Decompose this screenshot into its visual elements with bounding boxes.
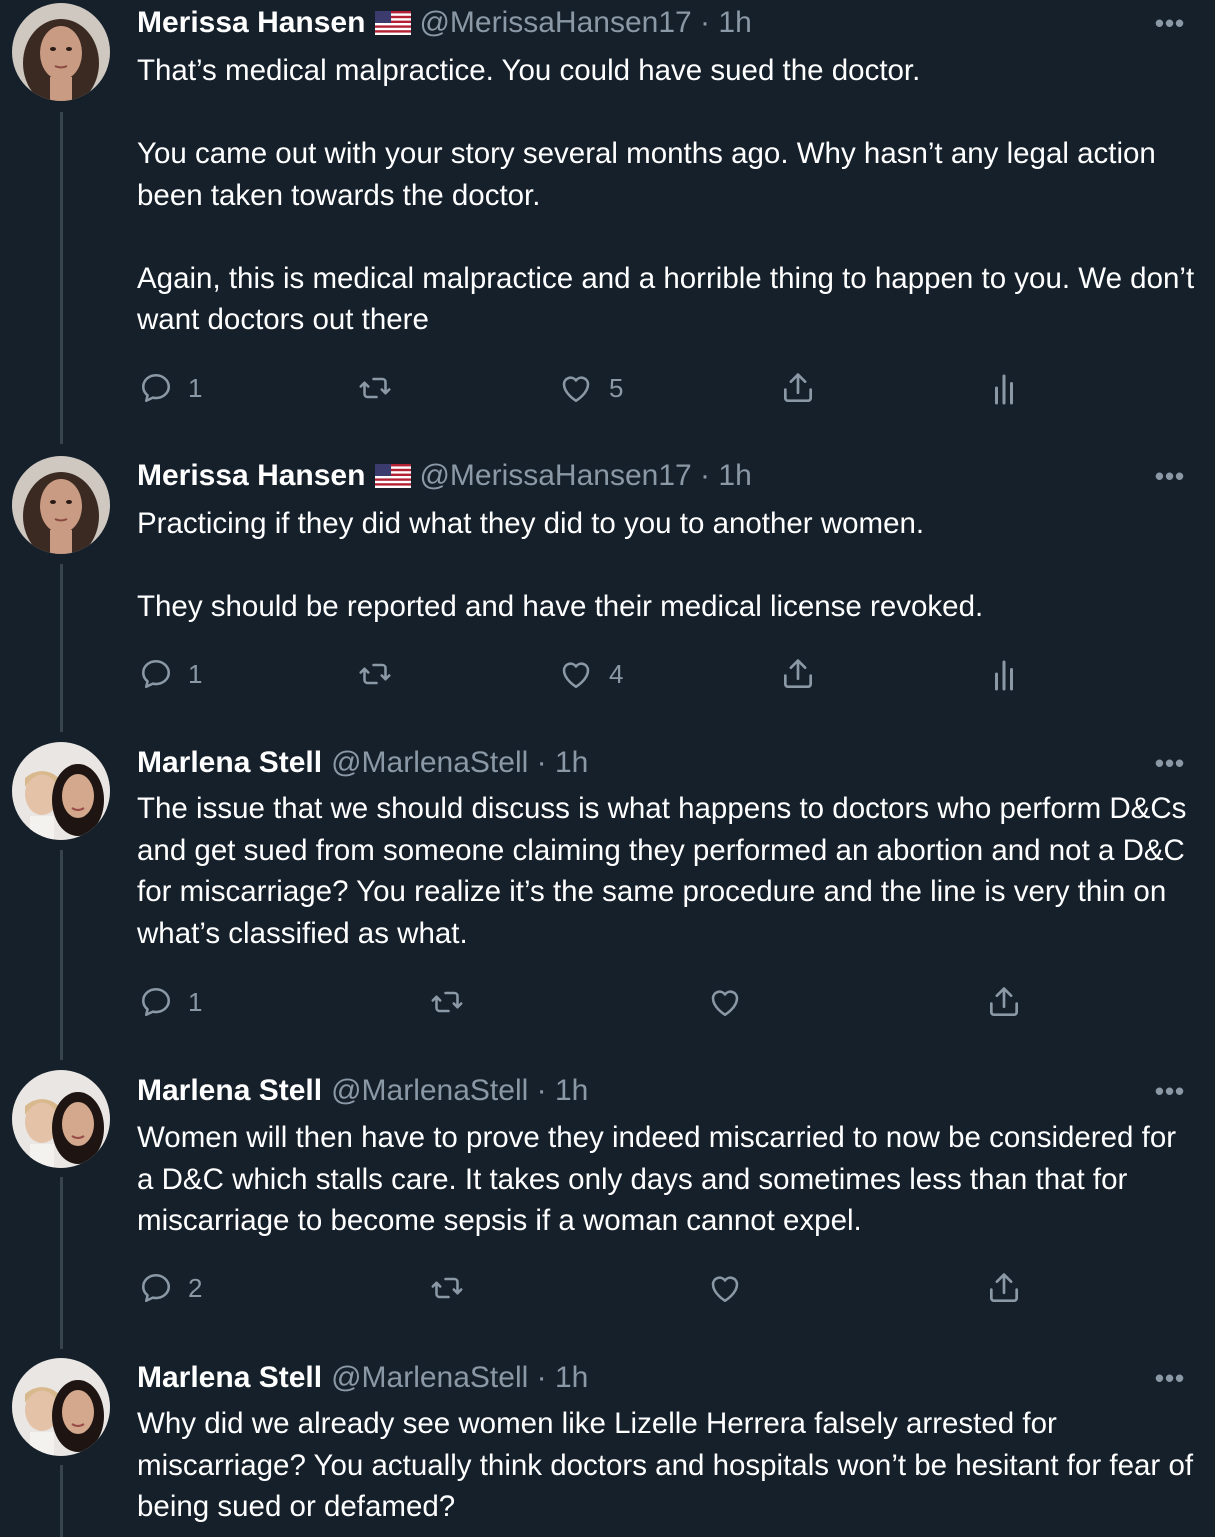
timestamp[interactable]: 1h <box>718 6 751 39</box>
share-button[interactable] <box>985 1266 1023 1310</box>
more-options-icon[interactable]: ••• <box>1153 744 1187 782</box>
tweet[interactable]: Marlena Stell @MarlenaStell · 1h ••• Wome… <box>0 1065 1215 1355</box>
like-button[interactable]: 4 <box>557 652 623 696</box>
reply-count: 1 <box>188 986 203 1017</box>
meta-separator: · <box>536 746 547 779</box>
avatar[interactable] <box>12 1070 110 1168</box>
tweet-text: Why did we already see women like Lizell… <box>137 1407 1202 1523</box>
tweet-header: Marlena Stell @MarlenaStell · 1h <box>137 744 1155 782</box>
tweet-text: Practicing if they did what they did to … <box>137 507 984 623</box>
retweet-button[interactable] <box>356 366 394 410</box>
timestamp[interactable]: 1h <box>555 1361 588 1394</box>
conversation-thread: Merissa Hansen @MerissaHansen17 · 1h ••• … <box>0 0 1215 1537</box>
retweet-icon <box>431 991 463 1013</box>
reply-icon <box>141 987 171 1017</box>
tweet[interactable]: Marlena Stell @MarlenaStell · 1h ••• The … <box>0 740 1215 1065</box>
avatar[interactable] <box>12 456 110 554</box>
reply-icon <box>141 659 171 689</box>
tweet-header: Marlena Stell @MarlenaStell · 1h <box>137 1359 1155 1397</box>
author-handle[interactable]: @MarlenaStell <box>331 1361 528 1394</box>
us-flag-icon <box>375 460 412 498</box>
author-handle[interactable]: @MerissaHansen17 <box>419 6 691 39</box>
retweet-icon <box>359 663 391 685</box>
retweet-button[interactable] <box>356 652 394 696</box>
more-options-icon[interactable]: ••• <box>1153 4 1187 42</box>
like-button[interactable] <box>706 980 744 1024</box>
share-button[interactable] <box>779 366 817 410</box>
thread-line <box>60 1177 63 1349</box>
author-name[interactable]: Marlena Stell <box>137 1074 322 1107</box>
analytics-button[interactable] <box>988 652 1020 696</box>
author-name[interactable]: Marlena Stell <box>137 1361 322 1394</box>
meta-separator: · <box>536 1074 547 1107</box>
share-icon <box>783 373 813 403</box>
share-icon <box>989 987 1019 1017</box>
reply-button[interactable]: 1 <box>138 366 202 410</box>
like-button[interactable]: 5 <box>557 366 623 410</box>
retweet-icon <box>359 377 391 399</box>
analytics-button[interactable] <box>988 366 1020 410</box>
reply-count: 2 <box>188 1272 203 1303</box>
reply-icon <box>141 373 171 403</box>
reply-icon <box>141 1273 171 1303</box>
analytics-icon <box>995 660 1013 691</box>
heart-icon <box>562 376 590 403</box>
reply-button[interactable]: 2 <box>138 1266 202 1310</box>
retweet-button[interactable] <box>428 980 466 1024</box>
reply-button[interactable]: 1 <box>138 652 202 696</box>
author-handle[interactable]: @MarlenaStell <box>331 746 528 779</box>
more-options-icon[interactable]: ••• <box>1153 457 1187 495</box>
tweet[interactable]: Merissa Hansen @MerissaHansen17 · 1h ••• … <box>0 450 1215 740</box>
more-options-icon[interactable]: ••• <box>1153 1359 1187 1397</box>
thread-line <box>60 564 63 732</box>
more-options-icon[interactable]: ••• <box>1153 1072 1187 1110</box>
tweet[interactable]: Marlena Stell @MarlenaStell · 1h ••• Why … <box>0 1355 1215 1537</box>
author-handle[interactable]: @MerissaHansen17 <box>419 459 691 492</box>
reply-button[interactable]: 1 <box>138 980 202 1024</box>
tweet-text: That’s medical malpractice. You could ha… <box>137 54 1195 336</box>
share-icon <box>989 1273 1019 1303</box>
avatar[interactable] <box>12 742 110 840</box>
author-handle[interactable]: @MarlenaStell <box>331 1074 528 1107</box>
author-name[interactable]: Merissa Hansen <box>137 459 365 492</box>
thread-line <box>60 1465 63 1537</box>
us-flag-icon <box>375 7 412 45</box>
like-count: 4 <box>609 658 624 689</box>
heart-icon <box>711 1276 739 1303</box>
tweet-text: Women will then have to prove they indee… <box>137 1121 1185 1237</box>
analytics-icon <box>995 374 1013 405</box>
timestamp[interactable]: 1h <box>718 459 751 492</box>
timestamp[interactable]: 1h <box>555 746 588 779</box>
tweet-header: Merissa Hansen @MerissaHansen17 · 1h <box>137 457 1155 498</box>
like-button[interactable] <box>706 1266 744 1310</box>
reply-count: 1 <box>188 658 203 689</box>
share-icon <box>783 659 813 689</box>
thread-line <box>60 850 63 1060</box>
meta-separator: · <box>700 459 711 492</box>
author-name[interactable]: Marlena Stell <box>137 746 322 779</box>
avatar[interactable] <box>12 1358 110 1456</box>
thread-line <box>60 112 63 444</box>
tweet-text: The issue that we should discuss is what… <box>137 792 1195 950</box>
heart-icon <box>562 662 590 689</box>
meta-separator: · <box>700 6 711 39</box>
tweet-header: Marlena Stell @MarlenaStell · 1h <box>137 1072 1155 1110</box>
author-name[interactable]: Merissa Hansen <box>137 6 365 39</box>
retweet-icon <box>431 1277 463 1299</box>
share-button[interactable] <box>779 652 817 696</box>
heart-icon <box>711 990 739 1017</box>
avatar[interactable] <box>12 3 110 101</box>
retweet-button[interactable] <box>428 1266 466 1310</box>
timestamp[interactable]: 1h <box>555 1074 588 1107</box>
meta-separator: · <box>536 1361 547 1394</box>
like-count: 5 <box>609 372 624 403</box>
share-button[interactable] <box>985 980 1023 1024</box>
reply-count: 1 <box>188 372 203 403</box>
tweet-header: Merissa Hansen @MerissaHansen17 · 1h <box>137 4 1155 45</box>
tweet[interactable]: Merissa Hansen @MerissaHansen17 · 1h ••• … <box>0 0 1215 450</box>
